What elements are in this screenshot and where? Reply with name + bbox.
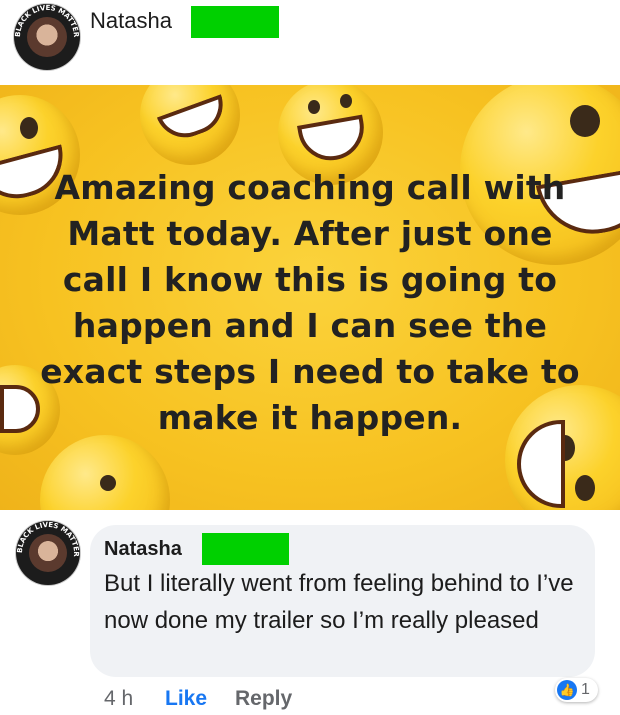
comment-timestamp[interactable]: 4 h <box>104 687 133 711</box>
like-thumb-icon: 👍 <box>557 680 577 700</box>
reply-button[interactable]: Reply <box>235 687 292 711</box>
emoji-decoration <box>140 85 240 165</box>
redaction-box <box>202 533 289 565</box>
comment-author-name[interactable]: Natasha <box>104 538 182 561</box>
avatar-photo <box>29 534 67 572</box>
comment-author-avatar[interactable]: BLACK LIVES MATTER <box>16 521 80 585</box>
redaction-box <box>191 6 279 38</box>
avatar-photo <box>27 17 67 57</box>
emoji-decoration <box>40 435 170 510</box>
reaction-summary[interactable]: 👍 1 <box>555 678 598 702</box>
post-author-name[interactable]: Natasha <box>90 8 172 34</box>
like-button[interactable]: Like <box>165 687 207 711</box>
comment-text: But I literally went from feeling behind… <box>104 570 574 634</box>
banner-text: Amazing coaching call with Matt today. A… <box>40 168 580 437</box>
post-author-avatar[interactable]: BLACK LIVES MATTER <box>14 4 80 70</box>
reaction-count: 1 <box>581 681 590 698</box>
post-image-banner[interactable]: Amazing coaching call with Matt today. A… <box>0 85 620 510</box>
